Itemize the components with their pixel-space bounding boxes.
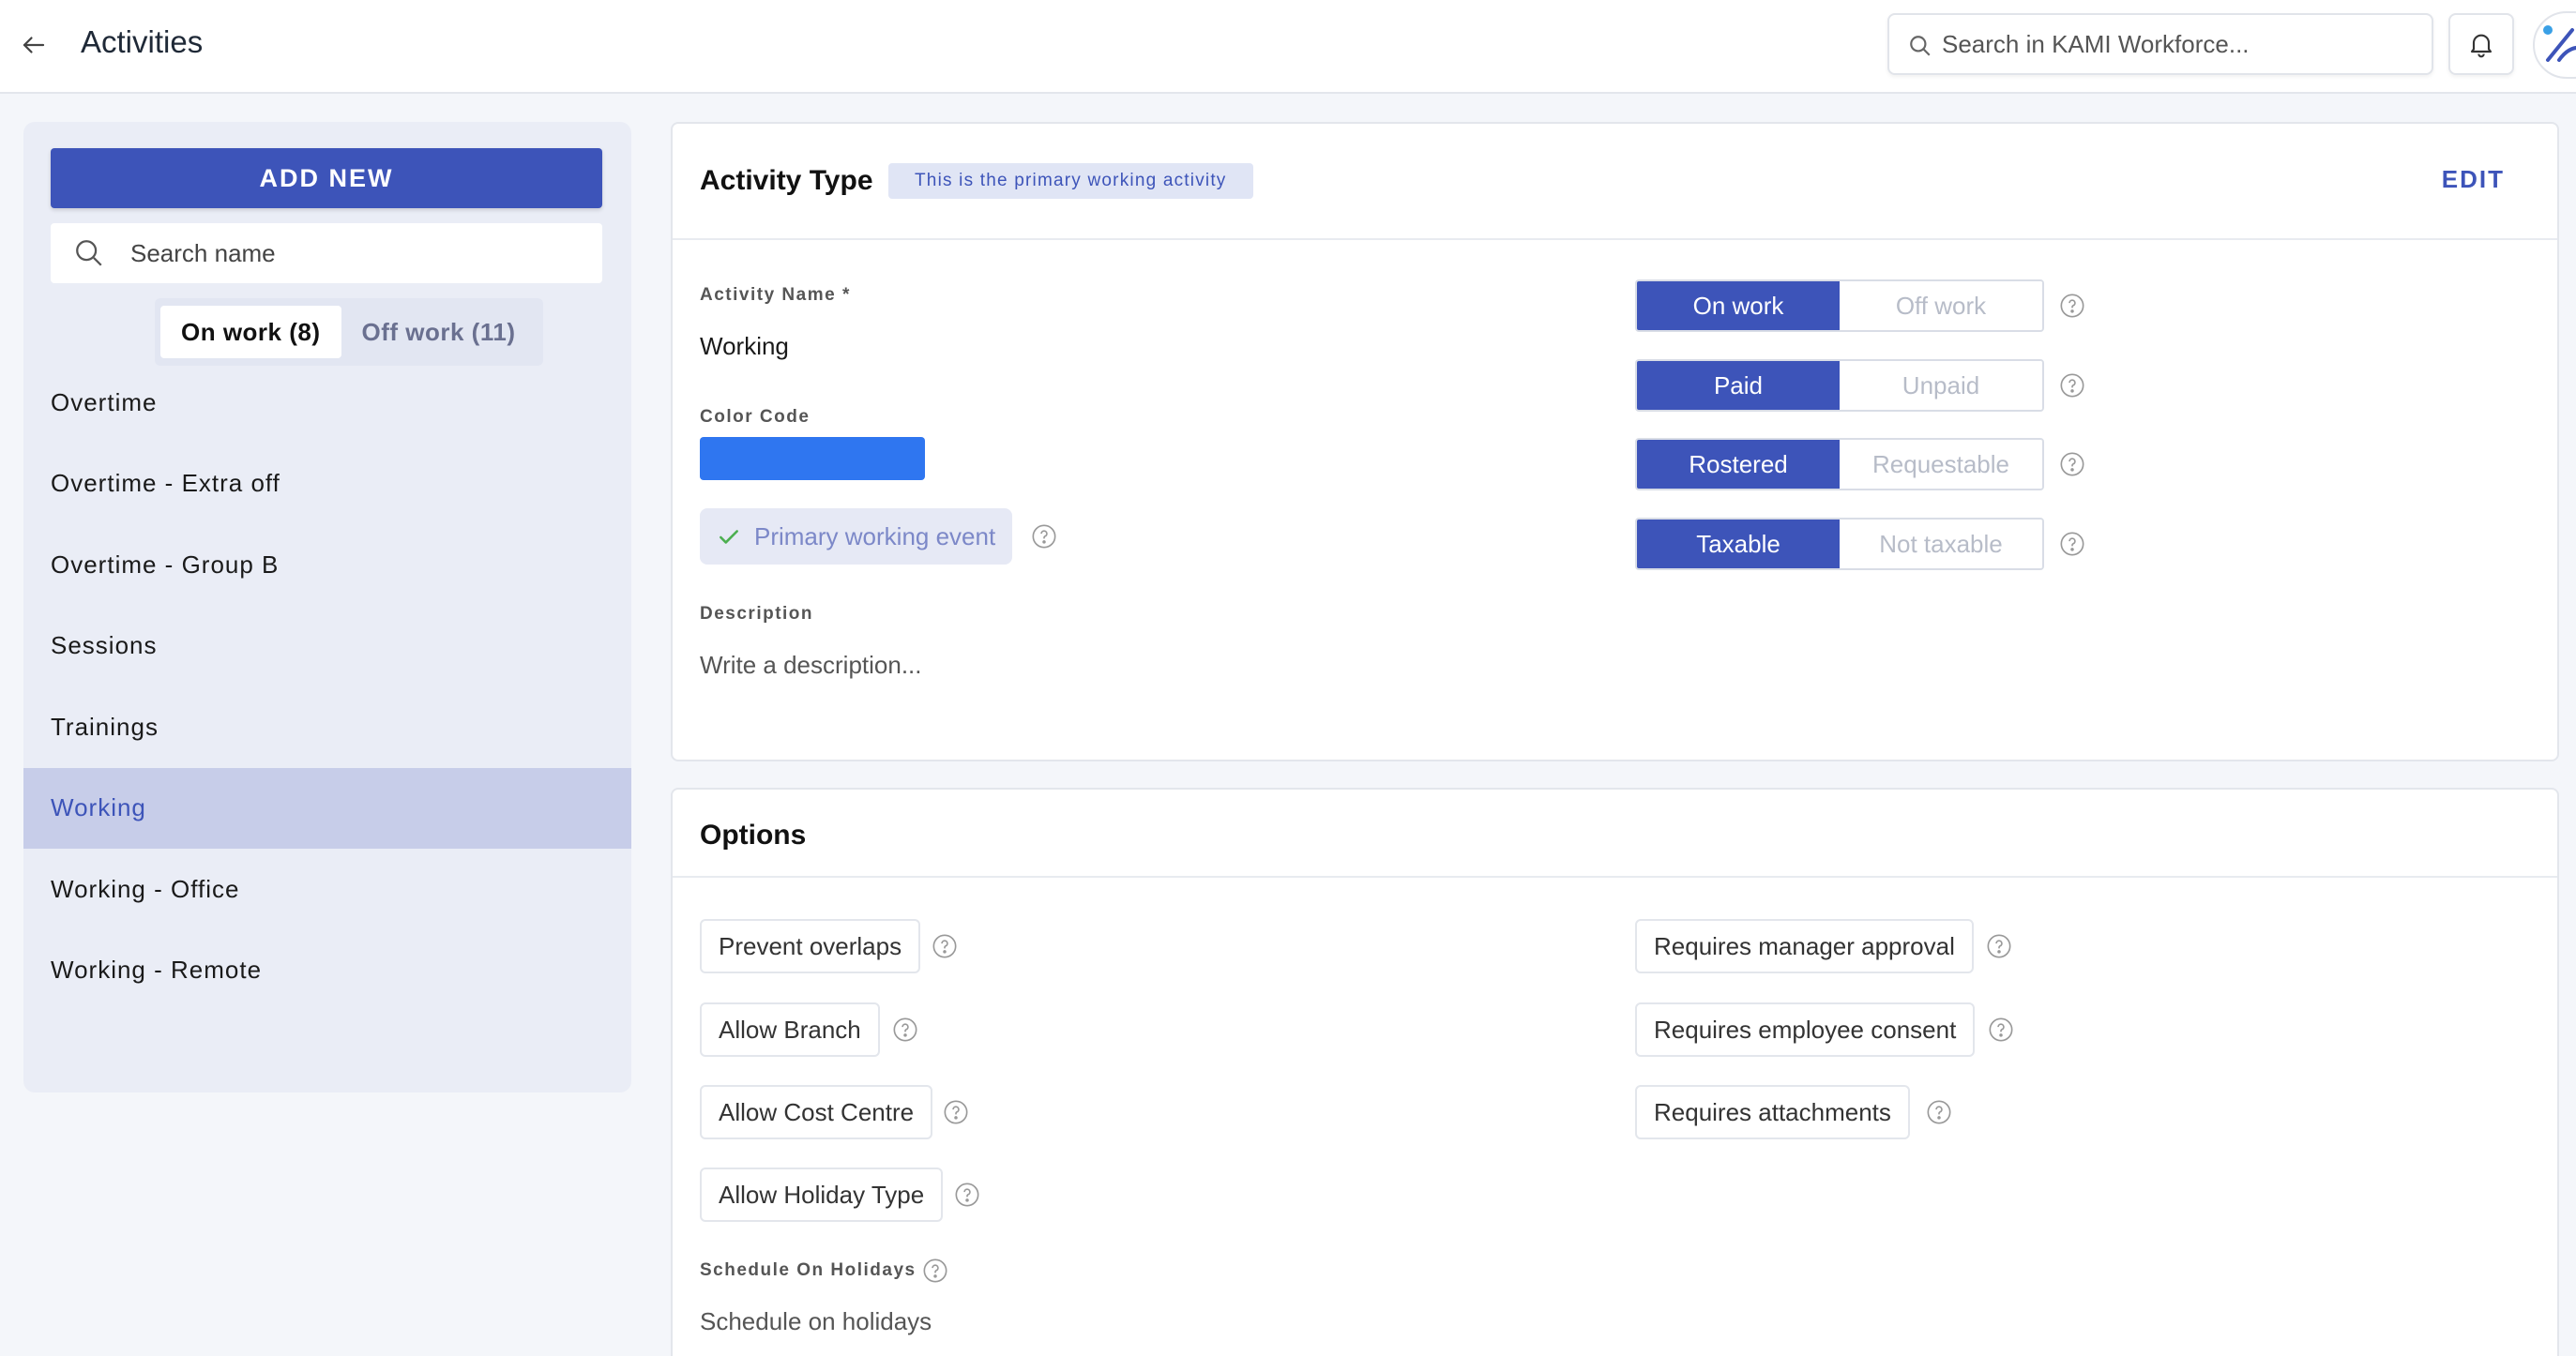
activity-name-label: Activity Name * xyxy=(700,285,851,305)
toggle-off-work[interactable]: Off work xyxy=(1840,281,2042,330)
name-search[interactable] xyxy=(51,223,602,283)
back-button[interactable] xyxy=(13,24,54,66)
toggle-not-taxable[interactable]: Not taxable xyxy=(1840,520,2042,568)
list-item[interactable]: Trainings xyxy=(23,686,631,768)
paid-toggle: Paid Unpaid xyxy=(1635,359,2044,412)
option-requires-attachments[interactable]: Requires attachments xyxy=(1635,1085,1910,1139)
list-item[interactable]: Overtime xyxy=(23,362,631,444)
schedule-on-holidays-value[interactable]: Schedule on holidays xyxy=(700,1307,932,1336)
help-icon[interactable] xyxy=(943,1099,969,1125)
help-icon[interactable] xyxy=(954,1182,980,1208)
color-code-label: Color Code xyxy=(700,407,811,427)
option-allow-branch[interactable]: Allow Branch xyxy=(700,1002,880,1057)
activity-type-header: Activity Type This is the primary workin… xyxy=(673,124,2557,240)
list-item[interactable]: Sessions xyxy=(23,606,631,687)
toggle-unpaid[interactable]: Unpaid xyxy=(1840,361,2042,410)
name-search-input[interactable] xyxy=(130,238,602,268)
kami-logo-icon xyxy=(2543,25,2576,62)
options-header: Options xyxy=(673,790,2557,878)
schedule-on-holidays-label: Schedule On Holidays xyxy=(700,1260,917,1280)
list-item-selected[interactable]: Working xyxy=(23,767,631,849)
work-toggle: On work Off work xyxy=(1635,279,2044,332)
list-item[interactable]: Overtime - Extra off xyxy=(23,444,631,525)
rostered-toggle: Rostered Requestable xyxy=(1635,438,2044,490)
list-item[interactable]: Working - Remote xyxy=(23,930,631,1012)
page-title: Activities xyxy=(81,24,204,59)
color-swatch xyxy=(700,437,925,480)
activity-name-value: Working xyxy=(700,332,789,360)
help-icon[interactable] xyxy=(1031,523,1057,550)
tab-on-work[interactable]: On work (8) xyxy=(160,306,341,358)
bell-icon xyxy=(2470,34,2493,58)
activity-type-card: Activity Type This is the primary workin… xyxy=(671,122,2559,761)
notifications-button[interactable] xyxy=(2448,13,2514,75)
help-icon[interactable] xyxy=(1926,1099,1952,1125)
search-icon xyxy=(1910,36,1931,56)
primary-working-event-chip: Primary working event xyxy=(700,508,1013,565)
option-prevent-overlaps[interactable]: Prevent overlaps xyxy=(700,919,921,973)
taxable-toggle: Taxable Not taxable xyxy=(1635,518,2044,570)
list-item[interactable]: Working - Office xyxy=(23,849,631,930)
help-icon[interactable] xyxy=(922,1258,948,1284)
edit-button[interactable]: EDIT xyxy=(2442,165,2505,194)
help-icon[interactable] xyxy=(932,933,958,959)
add-new-button[interactable]: ADD NEW xyxy=(51,148,602,208)
toggle-on-work[interactable]: On work xyxy=(1637,281,1840,330)
check-icon xyxy=(720,530,738,544)
card-title: Activity Type xyxy=(700,165,873,196)
description-label: Description xyxy=(700,604,814,624)
global-search-input[interactable] xyxy=(1942,29,2432,59)
help-icon[interactable] xyxy=(2059,531,2085,557)
toggle-taxable[interactable]: Taxable xyxy=(1637,520,1840,568)
description-field[interactable]: Write a description... xyxy=(700,651,922,680)
search-icon xyxy=(76,240,102,266)
option-requires-employee-consent[interactable]: Requires employee consent xyxy=(1635,1002,1976,1057)
help-icon[interactable] xyxy=(1988,1017,2014,1043)
toggle-rostered[interactable]: Rostered xyxy=(1637,440,1840,489)
option-requires-manager-approval[interactable]: Requires manager approval xyxy=(1635,919,1974,973)
primary-activity-badge: This is the primary working activity xyxy=(888,163,1253,199)
toggle-requestable[interactable]: Requestable xyxy=(1840,440,2042,489)
options-title: Options xyxy=(700,820,807,851)
global-search[interactable] xyxy=(1887,13,2433,75)
list-item[interactable]: Overtime - Group B xyxy=(23,524,631,606)
arrow-left-icon xyxy=(23,37,45,53)
option-allow-cost-centre[interactable]: Allow Cost Centre xyxy=(700,1085,933,1139)
activity-sidebar: ADD NEW On work (8) Off work (11) Overti… xyxy=(23,122,631,1092)
activity-list: Overtime Overtime - Extra off Overtime -… xyxy=(23,362,631,1011)
help-icon[interactable] xyxy=(2059,293,2085,319)
work-filter-tabs: On work (8) Off work (11) xyxy=(155,298,543,366)
top-bar: Activities xyxy=(0,0,2576,94)
option-allow-holiday-type[interactable]: Allow Holiday Type xyxy=(700,1168,944,1222)
help-icon[interactable] xyxy=(2059,451,2085,477)
tab-off-work[interactable]: Off work (11) xyxy=(341,306,537,358)
help-icon[interactable] xyxy=(892,1017,918,1043)
toggle-paid[interactable]: Paid xyxy=(1637,361,1840,410)
app-logo[interactable] xyxy=(2533,11,2576,79)
help-icon[interactable] xyxy=(1986,933,2012,959)
help-icon[interactable] xyxy=(2059,372,2085,399)
primary-working-event-label: Primary working event xyxy=(754,521,996,550)
options-card: Options Prevent overlaps Allow Branch Al… xyxy=(671,788,2559,1356)
